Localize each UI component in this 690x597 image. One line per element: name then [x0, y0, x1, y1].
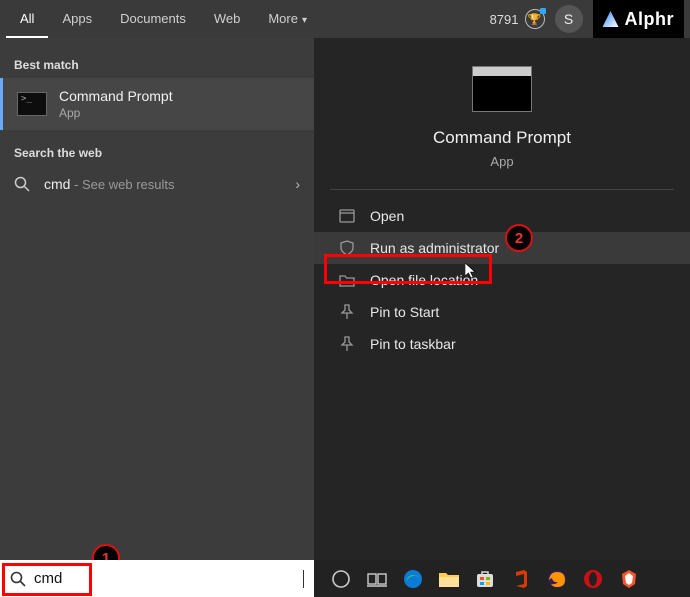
best-match-result[interactable]: Command Prompt App — [0, 78, 314, 130]
chevron-down-icon: ▾ — [302, 15, 307, 26]
opera-icon[interactable] — [582, 568, 604, 590]
microsoft-store-icon[interactable] — [474, 568, 496, 590]
search-icon — [10, 571, 26, 587]
taskbar — [314, 560, 690, 597]
pin-icon — [338, 304, 356, 320]
search-icon — [14, 176, 32, 192]
open-icon — [338, 208, 356, 224]
firefox-icon[interactable] — [546, 568, 568, 590]
rewards-points[interactable]: 8791 🏆 — [490, 9, 545, 29]
tab-more[interactable]: More▾ — [254, 1, 321, 38]
action-open[interactable]: Open — [314, 200, 690, 232]
alphr-brand: Alphr — [593, 0, 685, 38]
task-view-icon[interactable] — [366, 568, 388, 590]
trophy-icon: 🏆 — [525, 9, 545, 29]
office-icon[interactable] — [510, 568, 532, 590]
web-result-row[interactable]: cmd - See web results › — [0, 166, 314, 202]
best-match-label: Best match — [0, 52, 314, 78]
action-pin-to-start[interactable]: Pin to Start — [314, 296, 690, 328]
search-web-label: Search the web — [0, 140, 314, 166]
text-cursor — [303, 570, 304, 588]
result-subtitle: App — [59, 106, 173, 120]
brave-icon[interactable] — [618, 568, 640, 590]
preview-subtitle: App — [490, 154, 513, 169]
divider — [330, 189, 674, 190]
preview-title: Command Prompt — [433, 128, 571, 148]
result-title: Command Prompt — [59, 88, 173, 104]
profile-avatar[interactable]: S — [555, 5, 583, 33]
action-pin-to-taskbar[interactable]: Pin to taskbar — [314, 328, 690, 360]
chevron-right-icon: › — [295, 176, 300, 192]
pin-icon — [338, 336, 356, 352]
tab-all[interactable]: All — [6, 1, 48, 38]
filter-tabs: All Apps Documents Web More▾ — [6, 1, 321, 38]
shield-icon — [338, 240, 356, 256]
command-prompt-icon — [17, 92, 47, 116]
file-explorer-icon[interactable] — [438, 568, 460, 590]
bottom-bar — [0, 560, 690, 597]
edge-icon[interactable] — [402, 568, 424, 590]
tab-documents[interactable]: Documents — [106, 1, 200, 38]
results-column: Best match Command Prompt App Search the… — [0, 38, 314, 560]
command-prompt-large-icon — [472, 66, 532, 112]
action-open-file-location[interactable]: Open file location — [314, 264, 690, 296]
tab-apps[interactable]: Apps — [48, 1, 106, 38]
alphr-logo-icon — [603, 11, 619, 27]
folder-icon — [338, 272, 356, 288]
windows-search-box[interactable] — [0, 560, 314, 597]
search-panel: Best match Command Prompt App Search the… — [0, 38, 690, 560]
preview-column: Command Prompt App Open Run as administr… — [314, 38, 690, 560]
action-list: Open Run as administrator Open file loca… — [314, 196, 690, 364]
cortana-icon[interactable] — [330, 568, 352, 590]
action-run-as-administrator[interactable]: Run as administrator — [314, 232, 690, 264]
search-filter-bar: All Apps Documents Web More▾ 8791 🏆 S Al… — [0, 0, 690, 38]
tab-web[interactable]: Web — [200, 1, 255, 38]
